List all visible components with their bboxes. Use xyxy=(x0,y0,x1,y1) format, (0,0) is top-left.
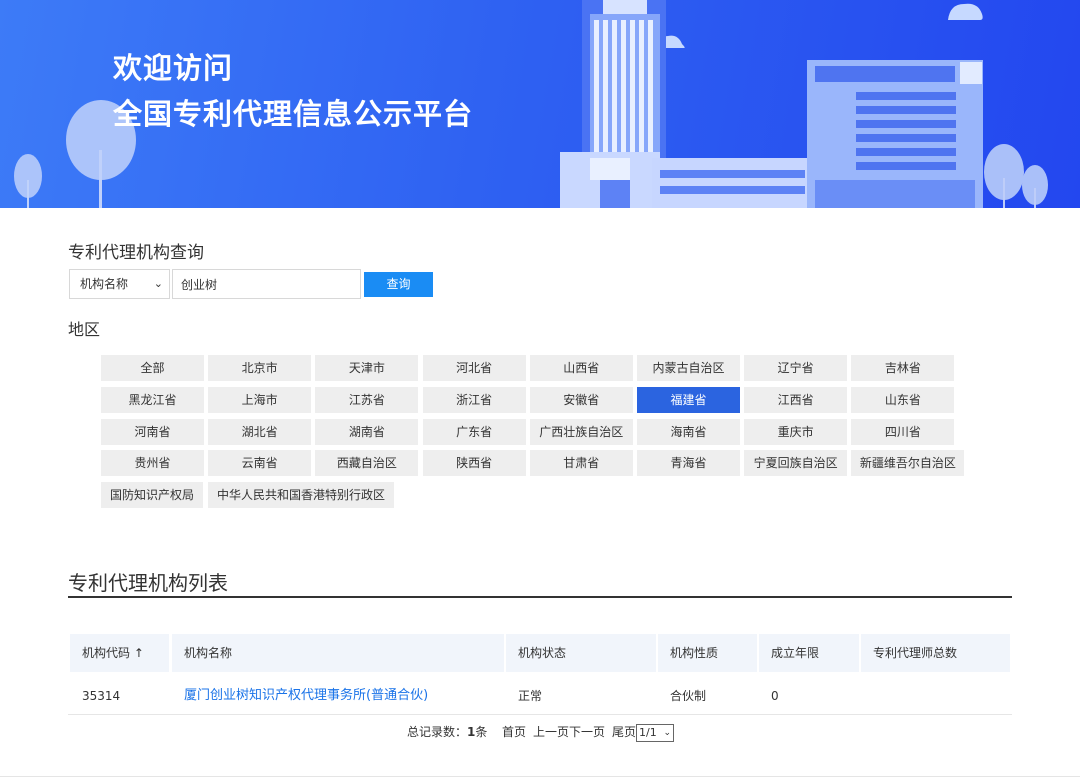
region-button[interactable]: 四川省 xyxy=(851,418,955,445)
region-button[interactable]: 浙江省 xyxy=(422,386,526,413)
pager-total: 总记录数：1条 xyxy=(407,722,487,742)
row-divider xyxy=(68,714,1012,715)
footer-divider xyxy=(0,776,1080,777)
page-select[interactable]: 1/1 ⌄ xyxy=(636,724,674,742)
banner-title-line1: 欢迎访问 xyxy=(113,51,234,85)
chevron-down-icon: ⌄ xyxy=(153,277,163,290)
region-button[interactable]: 湖北省 xyxy=(208,418,312,445)
search-button[interactable]: 查询 xyxy=(364,272,433,297)
column-header: 机构性质 xyxy=(658,634,757,672)
region-button[interactable]: 新疆维吾尔自治区 xyxy=(851,450,965,477)
region-button[interactable]: 青海省 xyxy=(637,450,740,477)
region-button[interactable]: 全部 xyxy=(101,355,204,381)
region-button[interactable]: 广东省 xyxy=(422,418,526,445)
region-button[interactable]: 海南省 xyxy=(637,418,740,445)
region-button[interactable]: 山西省 xyxy=(529,355,633,381)
region-button[interactable]: 河南省 xyxy=(101,418,204,445)
chevron-down-icon: ⌄ xyxy=(663,728,671,738)
region-button[interactable]: 黑龙江省 xyxy=(101,386,204,413)
list-title-divider xyxy=(68,596,1012,598)
table-cell: 合伙制 xyxy=(670,689,707,703)
region-button[interactable]: 贵州省 xyxy=(101,450,204,477)
region-button[interactable]: 广西壮族自治区 xyxy=(529,418,633,445)
banner-title-line2: 全国专利代理信息公示平台 xyxy=(113,97,474,131)
pager-last-link[interactable]: 尾页 xyxy=(612,722,636,742)
region-button[interactable]: 山东省 xyxy=(851,386,955,413)
search-input[interactable] xyxy=(172,269,361,299)
table-cell: 0 xyxy=(771,689,779,703)
region-button[interactable]: 北京市 xyxy=(208,355,312,381)
region-button[interactable]: 西藏自治区 xyxy=(315,450,419,477)
region-button[interactable]: 国防知识产权局 xyxy=(101,482,203,509)
region-button[interactable]: 江西省 xyxy=(744,386,848,413)
column-header: 成立年限 xyxy=(759,634,859,672)
region-title: 地区 xyxy=(68,320,101,339)
region-button[interactable]: 辽宁省 xyxy=(744,355,848,381)
pager-prev-link[interactable]: 上一页 xyxy=(533,722,569,742)
region-button[interactable]: 甘肃省 xyxy=(529,450,633,477)
region-button[interactable]: 中华人民共和国香港特别行政区 xyxy=(208,482,394,509)
region-button[interactable]: 陕西省 xyxy=(422,450,526,477)
region-button[interactable]: 上海市 xyxy=(208,386,312,413)
region-button[interactable]: 重庆市 xyxy=(744,418,848,445)
pager-first-link[interactable]: 首页 xyxy=(502,722,526,742)
table-cell: 正常 xyxy=(518,689,543,703)
region-button[interactable]: 宁夏回族自治区 xyxy=(744,450,848,477)
column-header: 机构名称 xyxy=(172,634,504,672)
search-section-title: 专利代理机构查询 xyxy=(68,243,204,263)
table-cell: 35314 xyxy=(82,689,121,703)
pager-total-label: 总记录数： xyxy=(407,725,468,739)
region-button[interactable]: 江苏省 xyxy=(315,386,419,413)
region-button[interactable]: 吉林省 xyxy=(851,355,955,381)
region-button[interactable]: 福建省 xyxy=(637,386,740,413)
column-header: 机构状态 xyxy=(506,634,656,672)
search-type-selected: 机构名称 xyxy=(80,277,129,291)
region-button[interactable]: 安徽省 xyxy=(529,386,633,413)
pager-total-unit: 条 xyxy=(475,725,488,739)
column-header[interactable]: 机构代码 ↑ xyxy=(70,634,169,672)
pager-next-link[interactable]: 下一页 xyxy=(569,722,605,742)
region-button[interactable]: 内蒙古自治区 xyxy=(637,355,740,381)
banner: 欢迎访问 全国专利代理信息公示平台 xyxy=(0,0,1080,208)
region-button[interactable]: 云南省 xyxy=(208,450,312,477)
region-button[interactable]: 河北省 xyxy=(422,355,526,381)
table-cell xyxy=(861,678,1010,714)
region-button[interactable]: 天津市 xyxy=(315,355,419,381)
list-title: 专利代理机构列表 xyxy=(68,571,228,595)
region-button[interactable]: 湖南省 xyxy=(315,418,419,445)
search-type-select[interactable]: 机构名称 ⌄ xyxy=(69,269,170,299)
column-header: 专利代理师总数 xyxy=(861,634,1010,672)
agency-name-link[interactable]: 厦门创业树知识产权代理事务所(普通合伙) xyxy=(172,678,504,714)
page-select-value: 1/1 xyxy=(639,726,657,739)
